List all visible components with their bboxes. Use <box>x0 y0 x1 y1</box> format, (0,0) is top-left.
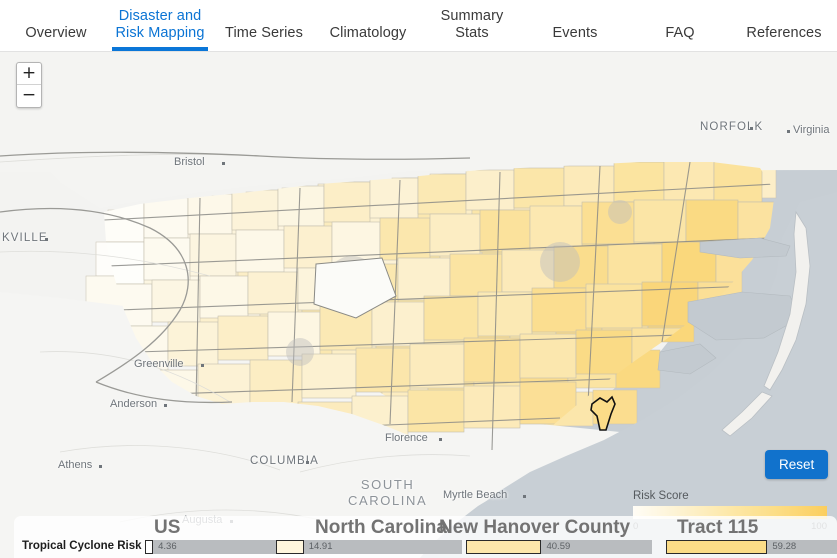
map-label-virginia: Virginia <box>793 124 830 136</box>
tab-label-line1: Overview <box>25 25 87 41</box>
map-label-greenville: Greenville <box>134 358 184 370</box>
comparison-grid: Tropical Cyclone Risk US 4.36 North Caroli… <box>14 516 837 558</box>
risk-bar-fill-tract-115 <box>666 540 768 554</box>
tab-label-line1: Disaster and <box>118 8 202 24</box>
column-title-tract-115: Tract 115 <box>677 517 759 538</box>
map-label-myrtle-beach: Myrtle Beach <box>443 489 508 501</box>
risk-bar-value-us: 4.36 <box>158 541 177 552</box>
tab-label-line2: Stats <box>455 25 489 41</box>
map-label-dot <box>200 364 204 367</box>
risk-bar-track-new-hanover-county: 40.59 <box>466 540 652 554</box>
map-label-florence: Florence <box>385 432 428 444</box>
tab-references[interactable]: References <box>738 25 830 51</box>
zoom-in-button[interactable]: + <box>17 63 41 85</box>
tab-faq[interactable]: FAQ <box>652 25 708 51</box>
tab-label-line1: Summary <box>440 8 504 24</box>
tab-summary-stats[interactable]: Summary Stats <box>428 8 516 51</box>
tab-label-line1: Time Series <box>225 25 303 41</box>
risk-bar-value-north-carolina: 14.91 <box>308 541 333 552</box>
map-label-norfolk: NORFOLK <box>700 121 764 133</box>
risk-map-canvas[interactable]: NORFOLK Virginia Bristol KVILLE Greenville An… <box>0 52 837 558</box>
zoom-out-button[interactable]: − <box>17 85 41 107</box>
risk-bar-fill-north-carolina <box>276 540 304 554</box>
map-zoom-controls[interactable]: + − <box>16 62 42 108</box>
column-title-new-hanover-county: New Hanover County <box>439 517 631 538</box>
map-region-label: SOUTH CAROLINA <box>348 477 427 509</box>
app-root: Overview Disaster and Risk Mapping Time Ser… <box>0 0 837 558</box>
map-label-dot <box>522 495 526 498</box>
column-title-us: US <box>154 517 181 538</box>
map-label-dot <box>439 438 443 441</box>
risk-bar-value-tract-115: 59.28 <box>772 541 797 552</box>
map-label-dot <box>787 130 790 133</box>
risk-bar-fill-new-hanover-county <box>466 540 542 554</box>
tab-time-series[interactable]: Time Series <box>218 25 310 51</box>
legend-title: Risk Score <box>633 490 689 502</box>
risk-bar-value-new-hanover-county: 40.59 <box>546 541 571 552</box>
map-label-dot <box>99 465 103 468</box>
risk-bar-track-north-carolina: 14.91 <box>276 540 462 554</box>
tab-overview[interactable]: Overview <box>12 25 100 51</box>
map-label-dot <box>164 404 168 407</box>
reset-button[interactable]: Reset <box>765 450 829 479</box>
map-label-dot <box>306 461 310 464</box>
main-tab-bar: Overview Disaster and Risk Mapping Time Ser… <box>0 0 837 52</box>
tab-label-line1: FAQ <box>665 25 695 41</box>
map-label-bristol: Bristol <box>174 156 205 168</box>
map-label-dot <box>221 162 225 165</box>
tab-label-line2: Risk Mapping <box>115 25 205 41</box>
tab-disaster-and-risk-mapping[interactable]: Disaster and Risk Mapping <box>112 8 208 51</box>
map-label-anderson: Anderson <box>110 398 158 410</box>
tab-label-line1: References <box>746 25 822 41</box>
map-label-kville: KVILLE <box>2 232 48 244</box>
tab-events[interactable]: Events <box>540 25 610 51</box>
column-title-north-carolina: North Carolina <box>315 517 447 538</box>
map-label-athens: Athens <box>58 459 93 471</box>
tab-label-line1: Events <box>552 25 598 41</box>
tab-label-line1: Climatology <box>329 25 407 41</box>
comparison-row-label: Tropical Cyclone Risk <box>22 540 142 552</box>
risk-bar-track-tract-115: 59.28 <box>666 540 837 554</box>
map-label-dot <box>45 238 49 241</box>
comparison-panel: Tropical Cyclone Risk US 4.36 North Caroli… <box>14 516 837 558</box>
risk-bar-fill-us <box>145 540 154 554</box>
map-label-dot <box>749 127 753 130</box>
region-label-line2: CAROLINA <box>348 493 428 508</box>
region-label-line1: SOUTH <box>360 477 415 492</box>
tab-climatology[interactable]: Climatology <box>320 25 416 51</box>
